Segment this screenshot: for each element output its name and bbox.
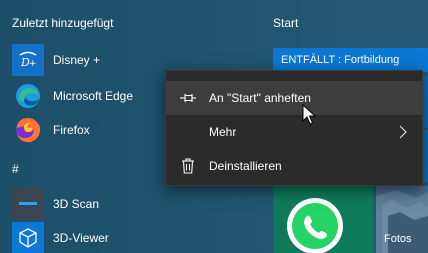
app-item-firefox[interactable]: Firefox xyxy=(0,112,165,148)
app-label: 3D Scan xyxy=(53,197,100,211)
disney-plus-icon: D + xyxy=(12,44,44,76)
menu-item-more[interactable]: Mehr xyxy=(166,115,422,149)
context-menu: An "Start" anheften Mehr Deinstallieren xyxy=(165,70,423,186)
trash-icon xyxy=(179,157,197,175)
app-item-microsoft-edge[interactable]: Microsoft Edge xyxy=(0,78,165,114)
firefox-icon xyxy=(12,114,44,146)
3d-scan-icon xyxy=(12,188,44,220)
recent-apps-header: Zuletzt hinzugefügt xyxy=(12,16,114,30)
3d-viewer-icon xyxy=(12,222,44,253)
photos-label: Fotos xyxy=(384,233,412,245)
svg-text:+: + xyxy=(29,59,37,69)
app-item-3d-viewer[interactable]: 3D-Viewer xyxy=(0,220,165,253)
menu-item-label: Mehr xyxy=(209,125,237,139)
menu-item-label: Deinstallieren xyxy=(209,159,282,173)
app-item-disney-plus[interactable]: D + Disney + xyxy=(0,42,165,78)
tile-calendar-event[interactable]: ENTFÄLLT : Fortbildung xyxy=(273,48,428,72)
pin-icon xyxy=(179,89,197,107)
edge-icon xyxy=(12,80,44,112)
app-item-3d-scan[interactable]: 3D Scan xyxy=(0,186,165,222)
tile-photos[interactable]: Fotos xyxy=(376,186,428,253)
tile-whatsapp[interactable] xyxy=(273,186,373,253)
app-label: Disney + xyxy=(53,53,101,67)
whatsapp-icon xyxy=(287,198,343,253)
app-label: 3D-Viewer xyxy=(53,231,109,245)
app-label: Firefox xyxy=(53,123,90,137)
menu-item-pin-to-start[interactable]: An "Start" anheften xyxy=(166,81,422,115)
letter-header-hash[interactable]: # xyxy=(12,162,19,176)
menu-item-uninstall[interactable]: Deinstallieren xyxy=(166,149,422,183)
menu-item-label: An "Start" anheften xyxy=(209,91,311,105)
chevron-right-icon xyxy=(399,125,407,139)
mouse-cursor-icon xyxy=(302,104,316,125)
tiles-header: Start xyxy=(273,16,299,30)
app-label: Microsoft Edge xyxy=(53,89,134,103)
